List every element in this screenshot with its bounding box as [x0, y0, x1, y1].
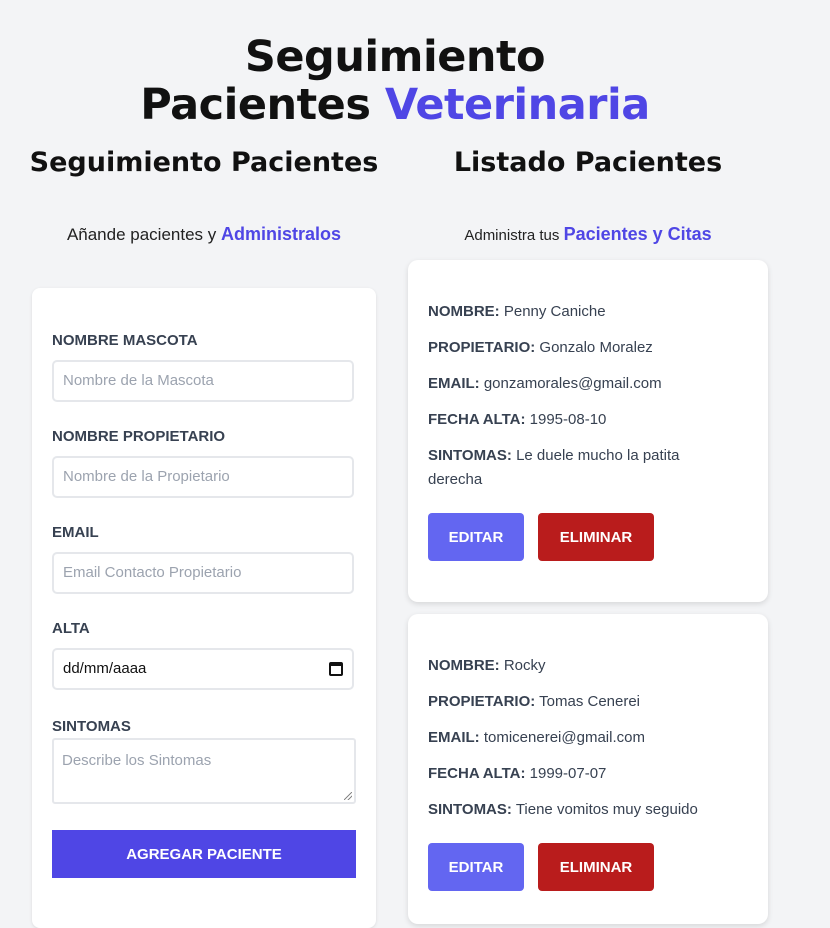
patient-date: Fecha Alta: 1999-07-07 [428, 765, 607, 782]
form-subtitle: Añande pacientes y Administralos [22, 224, 386, 245]
delete-button[interactable]: Eliminar [538, 513, 654, 561]
list-subtitle-text: Administra tus [464, 227, 560, 244]
delete-button[interactable]: Eliminar [538, 843, 654, 891]
patient-owner: Propietario: Tomas Cenerei [428, 693, 641, 710]
resize-grip-icon[interactable] [344, 792, 352, 800]
owner-name-label: Nombre Propietario [52, 428, 226, 445]
symptoms-textarea[interactable]: Describe los Sintomas [52, 738, 356, 804]
symptoms-placeholder: Describe los Sintomas [62, 752, 212, 769]
list-heading: Listado Pacientes [453, 147, 723, 178]
list-subtitle-accent: Pacientes y Citas [563, 224, 712, 244]
date-input-value: dd/mm/aaaa [63, 660, 147, 677]
patient-email: Email: gonzamorales@gmail.com [428, 375, 662, 392]
add-patient-button[interactable]: Agregar Paciente [52, 830, 356, 878]
pet-name-input[interactable]: Nombre de la Mascota [52, 360, 354, 402]
patient-name: Nombre: Penny Caniche [428, 303, 606, 320]
date-label: Alta [52, 620, 90, 637]
pet-name-label: Nombre Mascota [52, 332, 198, 349]
calendar-icon[interactable] [329, 662, 343, 676]
patient-name: Nombre: Rocky [428, 657, 546, 674]
list-subtitle: Administra tus Pacientes y Citas [408, 224, 768, 245]
patient-symptoms: Sintomas: Le duele mucho la patita derec… [428, 447, 680, 488]
email-label: Email [52, 524, 99, 541]
form-subtitle-text: Añande pacientes y [66, 225, 217, 244]
patient-form: Nombre Mascota Nombre de la Mascota Nomb… [32, 288, 376, 928]
app-title-line1: Seguimiento [244, 31, 546, 82]
owner-name-input[interactable]: Nombre de la Propietario [52, 456, 354, 498]
patient-symptoms: Sintomas: Tiene vomitos muy seguido [428, 801, 698, 818]
app-title: Seguimiento Pacientes Veterinaria [0, 33, 790, 129]
patient-date: Fecha Alta: 1995-08-10 [428, 411, 607, 428]
form-heading: Seguimiento Pacientes [29, 147, 379, 178]
patient-owner: Propietario: Gonzalo Moralez [428, 339, 653, 356]
edit-button[interactable]: Editar [428, 513, 524, 561]
date-input[interactable]: dd/mm/aaaa [52, 648, 354, 690]
edit-button[interactable]: Editar [428, 843, 524, 891]
email-input[interactable]: Email Contacto Propietario [52, 552, 354, 594]
patient-email: Email: tomicenerei@gmail.com [428, 729, 645, 746]
patient-card: Nombre: Rocky Propietario: Tomas Cenerei… [408, 614, 768, 924]
patient-card: Nombre: Penny Caniche Propietario: Gonza… [408, 260, 768, 602]
app-title-line2: Pacientes [140, 79, 371, 130]
app-title-accent: Veterinaria [384, 79, 650, 130]
symptoms-label: Sintomas [52, 718, 131, 735]
form-subtitle-accent: Administralos [221, 224, 342, 244]
